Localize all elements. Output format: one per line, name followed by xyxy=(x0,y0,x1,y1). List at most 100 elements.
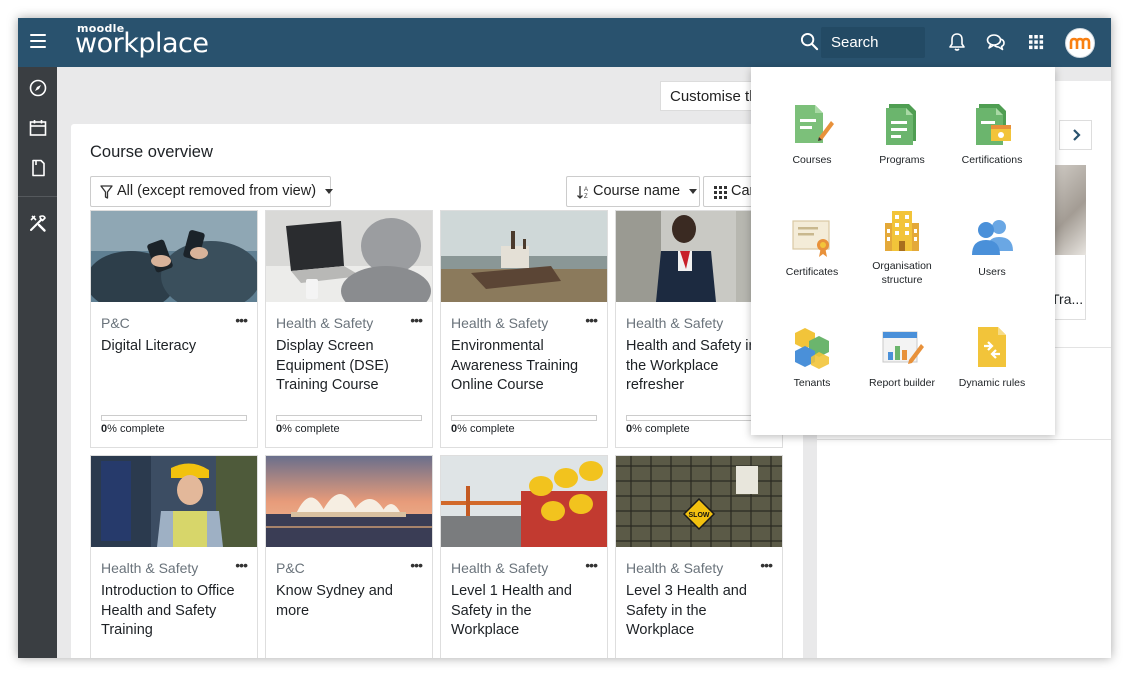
course-card[interactable]: SLOW Health & Safety ••• Level 3 Health … xyxy=(615,455,783,658)
app-launcher-popover: Courses Programs Certifications Certific… xyxy=(751,67,1055,435)
more-actions-icon[interactable]: ••• xyxy=(235,312,248,328)
app-item-report-builder[interactable]: Report builder xyxy=(857,324,947,390)
app-item-courses[interactable]: Courses xyxy=(767,101,857,167)
site-logo[interactable]: moodle workplace xyxy=(75,23,209,57)
bell-icon[interactable] xyxy=(946,31,968,53)
sort-label: Course name xyxy=(593,183,681,199)
course-card[interactable]: Health & Safety ••• Introduction to Offi… xyxy=(90,455,258,658)
app-item-certifications[interactable]: Certifications xyxy=(947,101,1037,167)
more-actions-icon[interactable]: ••• xyxy=(585,312,598,328)
course-name[interactable]: Level 3 Health and Safety in the Workpla… xyxy=(626,582,778,641)
certificates-icon xyxy=(792,220,830,257)
course-category: P&C xyxy=(101,315,130,331)
course-overview-title: Course overview xyxy=(90,143,213,161)
dynamic-rules-icon xyxy=(978,327,1006,367)
more-actions-icon[interactable]: ••• xyxy=(235,557,248,573)
svg-text:A: A xyxy=(584,187,588,193)
caret-down-icon xyxy=(689,188,698,194)
messages-icon[interactable] xyxy=(985,31,1007,53)
progress-bar xyxy=(451,415,597,421)
more-actions-icon[interactable]: ••• xyxy=(760,557,773,573)
app-item-label: Organisation structure xyxy=(872,260,932,286)
course-name[interactable]: Digital Literacy xyxy=(101,337,253,357)
progress-text: 0% complete xyxy=(101,423,165,435)
progress-text: 0% complete xyxy=(276,423,340,435)
course-card[interactable]: Health & Safety ••• Environmental Awaren… xyxy=(440,210,608,448)
svg-text:SLOW: SLOW xyxy=(689,512,710,519)
app-item-label: Certificates xyxy=(785,266,839,278)
sort-alpha-icon: A Z xyxy=(577,186,588,199)
next-page-button[interactable] xyxy=(1059,120,1092,150)
app-grid-icon[interactable] xyxy=(1025,31,1047,53)
course-card[interactable]: P&C ••• Digital Literacy 0% complete xyxy=(90,210,258,448)
course-category: Health & Safety xyxy=(626,315,724,331)
course-image xyxy=(91,456,257,547)
app-item-label: Report builder xyxy=(869,377,935,389)
course-image: SLOW xyxy=(616,456,782,547)
progress-bar xyxy=(276,415,422,421)
users-icon xyxy=(972,220,1013,255)
course-overview-block: Course overview All (except removed from… xyxy=(71,124,803,658)
compass-icon[interactable] xyxy=(27,77,49,99)
course-category: Health & Safety xyxy=(626,560,724,576)
more-actions-icon[interactable]: ••• xyxy=(410,312,423,328)
course-card[interactable]: Health & Safety ••• Level 1 Health and S… xyxy=(440,455,608,658)
progress-text: 0% complete xyxy=(451,423,515,435)
user-avatar[interactable] xyxy=(1065,28,1095,58)
progress-text: 0% complete xyxy=(626,423,690,435)
organisation-icon xyxy=(885,211,919,251)
right-divider-2 xyxy=(817,439,1111,440)
filter-icon xyxy=(100,185,113,199)
certifications-icon xyxy=(976,104,1011,145)
chevron-right-icon xyxy=(1072,129,1081,141)
app-item-label: Users xyxy=(978,266,1006,278)
card-grid-icon xyxy=(714,186,727,199)
course-category: Health & Safety xyxy=(451,560,549,576)
course-name[interactable]: Display Screen Equipment (DSE) Training … xyxy=(276,337,428,396)
customise-label: Customise th xyxy=(670,88,758,105)
course-image xyxy=(441,211,607,302)
course-card[interactable]: P&C ••• Know Sydney and more xyxy=(265,455,433,658)
course-name[interactable]: Level 1 Health and Safety in the Workpla… xyxy=(451,582,603,641)
tools-icon[interactable] xyxy=(27,212,49,234)
filter-label: All (except removed from view) xyxy=(117,183,317,199)
more-actions-icon[interactable]: ••• xyxy=(585,557,598,573)
report-builder-icon xyxy=(882,331,924,364)
course-name[interactable]: Know Sydney and more xyxy=(276,582,428,621)
app-item-certificates[interactable]: Certificates xyxy=(767,213,857,279)
course-category: Health & Safety xyxy=(451,315,549,331)
top-navbar: moodle workplace Search xyxy=(18,18,1111,67)
course-image xyxy=(441,456,607,547)
customise-dashboard-button[interactable]: Customise th xyxy=(660,81,760,111)
sidebar-divider xyxy=(18,196,57,197)
programs-icon xyxy=(886,104,916,145)
search-input[interactable]: Search xyxy=(821,27,925,58)
app-item-tenants[interactable]: Tenants xyxy=(767,324,857,390)
svg-text:Z: Z xyxy=(584,194,588,199)
progress-bar xyxy=(101,415,247,421)
courses-icon xyxy=(795,105,834,143)
app-item-programs[interactable]: Programs xyxy=(857,101,947,167)
search-icon[interactable] xyxy=(800,32,819,51)
app-item-organisation[interactable]: Organisation structure xyxy=(857,207,947,287)
menu-toggle-icon[interactable] xyxy=(30,34,46,48)
app-item-label: Dynamic rules xyxy=(958,377,1026,389)
course-image xyxy=(266,211,432,302)
more-actions-icon[interactable]: ••• xyxy=(410,557,423,573)
sort-dropdown[interactable]: A Z Course name xyxy=(566,176,700,207)
app-window: moodle workplace Search Customise th Tra… xyxy=(18,18,1111,658)
caret-down-icon xyxy=(325,188,334,194)
course-name[interactable]: Introduction to Office Health and Safety… xyxy=(101,582,253,641)
course-name[interactable]: Environmental Awareness Training Online … xyxy=(451,337,603,396)
app-item-users[interactable]: Users xyxy=(947,213,1037,279)
course-image xyxy=(266,456,432,547)
left-sidebar xyxy=(18,67,57,658)
document-icon[interactable] xyxy=(27,157,49,179)
course-category: Health & Safety xyxy=(101,560,199,576)
app-item-dynamic-rules[interactable]: Dynamic rules xyxy=(947,324,1037,390)
grouping-filter-dropdown[interactable]: All (except removed from view) xyxy=(90,176,334,207)
course-card[interactable]: Health & Safety ••• Display Screen Equip… xyxy=(265,210,433,448)
moodle-m-icon xyxy=(1069,37,1091,49)
calendar-icon[interactable] xyxy=(27,117,49,139)
app-item-label: Programs xyxy=(879,154,925,166)
